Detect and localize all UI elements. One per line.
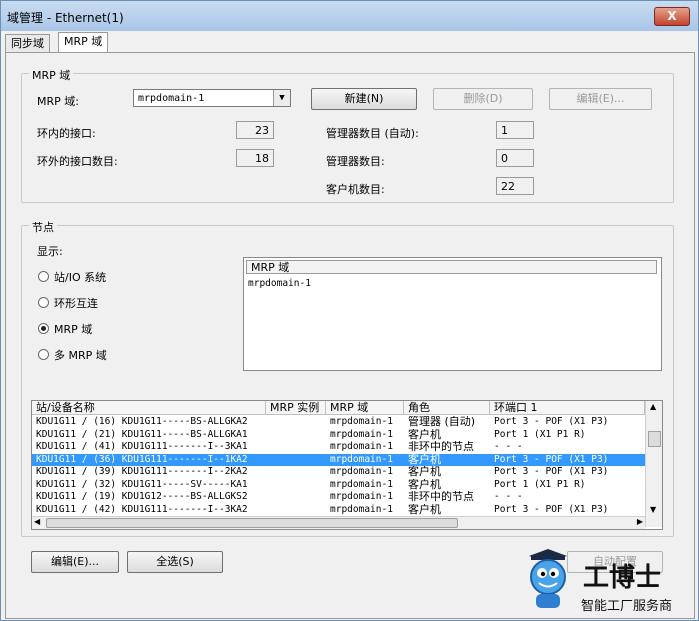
mrp-domain-list-header: MRP 域	[246, 260, 657, 274]
vertical-scrollbar[interactable]: ▲ ▼	[645, 401, 662, 527]
ring-ports-value: 23	[236, 121, 274, 139]
nodes-group-title: 节点	[29, 219, 57, 235]
mrp-group-title: MRP 域	[29, 67, 74, 83]
mrp-domain-list[interactable]: MRP 域 mrpdomain-1	[243, 257, 662, 371]
vertical-scroll-thumb[interactable]	[648, 431, 661, 447]
table-cell-domain: mrpdomain-1	[330, 503, 393, 515]
table-cell-name: KDU1G11 / (19) KDU1G12-----BS-ALLGKS2	[36, 491, 248, 502]
radio-ring-interconnect-label[interactable]: 环形互连	[54, 295, 98, 311]
table-cell-role: 管理器 (自动)	[408, 416, 476, 428]
table-cell-domain: mrpdomain-1	[330, 478, 393, 490]
table-row[interactable]: KDU1G11 / (19) KDU1G12-----BS-ALLGKS2 mrp…	[32, 491, 645, 503]
table-cell-name: KDU1G11 / (16) KDU1G11-----BS-ALLGKA2	[36, 416, 248, 427]
table-cell-name: KDU1G11 / (39) KDU1G111-------I--2KA2	[36, 466, 248, 477]
table-cell-role: 客户机	[408, 478, 441, 491]
table-row[interactable]: KDU1G11 / (21) KDU1G11-----BS-ALLGKA1 mrp…	[32, 429, 645, 441]
table-cell-name: KDU1G11 / (21) KDU1G11-----BS-ALLGKA1	[36, 428, 248, 440]
clients-value: 22	[496, 177, 534, 195]
mrp-domain-select[interactable]: mrpdomain-1 ▼	[133, 89, 291, 107]
radio-multi-mrp-domain[interactable]	[38, 349, 49, 360]
table-cell-domain: mrpdomain-1	[330, 416, 393, 427]
edit-button[interactable]: 编辑(E)...	[31, 551, 119, 573]
managers-value: 0	[496, 149, 534, 167]
table-cell-port: Port 3 - POF (X1 P3)	[494, 416, 609, 427]
horizontal-scrollbar[interactable]: ◀ ▶	[32, 516, 645, 529]
scroll-up-icon[interactable]: ▲	[650, 402, 656, 411]
table-cell-domain: mrpdomain-1	[330, 428, 393, 440]
window-title: 域管理 - Ethernet(1)	[7, 11, 124, 25]
column-header-device-name[interactable]: 站/设备名称	[32, 401, 266, 415]
new-domain-button[interactable]: 新建(N)	[311, 88, 417, 110]
mrp-domain-list-item[interactable]: mrpdomain-1	[248, 278, 311, 289]
column-header-mrp-domain[interactable]: MRP 域	[326, 401, 404, 415]
device-table[interactable]: 站/设备名称 MRP 实例 MRP 域 角色 环端口 1 KDU1G11 / (…	[31, 400, 663, 530]
close-button[interactable]: X	[654, 7, 690, 26]
table-cell-role: 客户机	[408, 466, 441, 478]
table-cell-name: KDU1G11 / (32) KDU1G11-----SV-----KA1	[36, 478, 248, 490]
table-cell-port: - - -	[494, 491, 523, 502]
radio-ring-interconnect[interactable]	[38, 297, 49, 308]
table-cell-domain: mrpdomain-1	[330, 441, 393, 452]
table-cell-role: 客户机	[408, 453, 441, 466]
ring-ports-label: 环内的接口:	[37, 127, 96, 140]
tab-mrp-domain[interactable]: MRP 域	[58, 32, 109, 53]
table-row[interactable]: KDU1G11 / (16) KDU1G11-----BS-ALLGKA2 mrp…	[32, 416, 645, 428]
table-row[interactable]: KDU1G11 / (39) KDU1G111-------I--2KA2 mrp…	[32, 466, 645, 478]
brand-watermark: 工博士 智能工厂服务商	[521, 549, 691, 614]
title-bar: 域管理 - Ethernet(1) X	[1, 1, 698, 31]
table-cell-port: - - -	[494, 441, 523, 452]
table-row[interactable]: KDU1G11 / (42) KDU1G111-------I--3KA2 mrp…	[32, 504, 645, 516]
table-cell-domain: mrpdomain-1	[330, 491, 393, 502]
radio-mrp-domain[interactable]	[38, 323, 49, 334]
column-header-mrp-instance[interactable]: MRP 实例	[266, 401, 326, 415]
table-row[interactable]: KDU1G11 / (36) KDU1G111-------I--1KA2 mrp…	[32, 453, 645, 466]
managers-auto-value: 1	[496, 121, 534, 139]
table-cell-domain: mrpdomain-1	[330, 466, 393, 477]
table-cell-port: Port 1 (X1 P1 R)	[494, 428, 586, 440]
display-label: 显示:	[37, 245, 63, 258]
scroll-down-icon[interactable]: ▼	[650, 505, 656, 514]
chevron-down-icon[interactable]: ▼	[273, 90, 290, 106]
table-cell-name: KDU1G11 / (41) KDU1G111-------I--3KA1	[36, 441, 248, 452]
table-row[interactable]: KDU1G11 / (32) KDU1G11-----SV-----KA1 mrp…	[32, 479, 645, 491]
table-cell-domain: mrpdomain-1	[330, 453, 393, 465]
brand-slogan: 智能工厂服务商	[581, 599, 673, 614]
mrp-domain-select-value: mrpdomain-1	[138, 93, 205, 104]
table-cell-port: Port 1 (X1 P1 R)	[494, 478, 586, 490]
brand-name: 工博士	[583, 563, 662, 593]
table-cell-port: Port 3 - POF (X1 P3)	[494, 466, 609, 477]
tab-sync-domain[interactable]: 同步域	[5, 34, 50, 53]
domain-management-dialog: 域管理 - Ethernet(1) X 同步域 MRP 域 MRP 域 MRP …	[0, 0, 699, 621]
column-header-ring-port-1[interactable]: 环端口 1	[490, 401, 645, 415]
delete-domain-button[interactable]: 删除(D)	[433, 88, 533, 110]
managers-auto-label: 管理器数目 (自动):	[326, 127, 419, 140]
radio-station-io[interactable]	[38, 271, 49, 282]
radio-station-io-label[interactable]: 站/IO 系统	[54, 269, 106, 285]
radio-mrp-domain-label[interactable]: MRP 域	[54, 321, 92, 337]
mrp-domain-label: MRP 域:	[37, 95, 79, 108]
table-row[interactable]: KDU1G11 / (41) KDU1G111-------I--3KA1 mrp…	[32, 441, 645, 453]
select-all-button[interactable]: 全选(S)	[127, 551, 223, 573]
table-cell-role: 非环中的节点	[408, 441, 474, 453]
mascot-logo-icon	[529, 549, 567, 608]
table-cell-port: Port 3 - POF (X1 P3)	[494, 453, 609, 465]
column-header-role[interactable]: 角色	[404, 401, 490, 415]
table-cell-port: Port 3 - POF (X1 P3)	[494, 503, 609, 515]
table-cell-role: 客户机	[408, 428, 441, 441]
table-cell-name: KDU1G11 / (36) KDU1G111-------I--1KA2	[36, 453, 248, 465]
clients-label: 客户机数目:	[326, 183, 385, 196]
horizontal-scroll-thumb[interactable]	[46, 518, 458, 528]
outside-ports-value: 18	[236, 149, 274, 167]
scroll-right-icon[interactable]: ▶	[637, 517, 643, 526]
scroll-left-icon[interactable]: ◀	[34, 517, 40, 526]
table-cell-role: 客户机	[408, 503, 441, 516]
table-cell-name: KDU1G11 / (42) KDU1G111-------I--3KA2	[36, 503, 248, 515]
table-cell-role: 非环中的节点	[408, 491, 474, 503]
managers-label: 管理器数目:	[326, 155, 385, 168]
outside-ports-label: 环外的接口数目:	[37, 155, 118, 168]
radio-multi-mrp-domain-label[interactable]: 多 MRP 域	[54, 347, 107, 363]
edit-domain-button[interactable]: 编辑(E)...	[549, 88, 652, 110]
